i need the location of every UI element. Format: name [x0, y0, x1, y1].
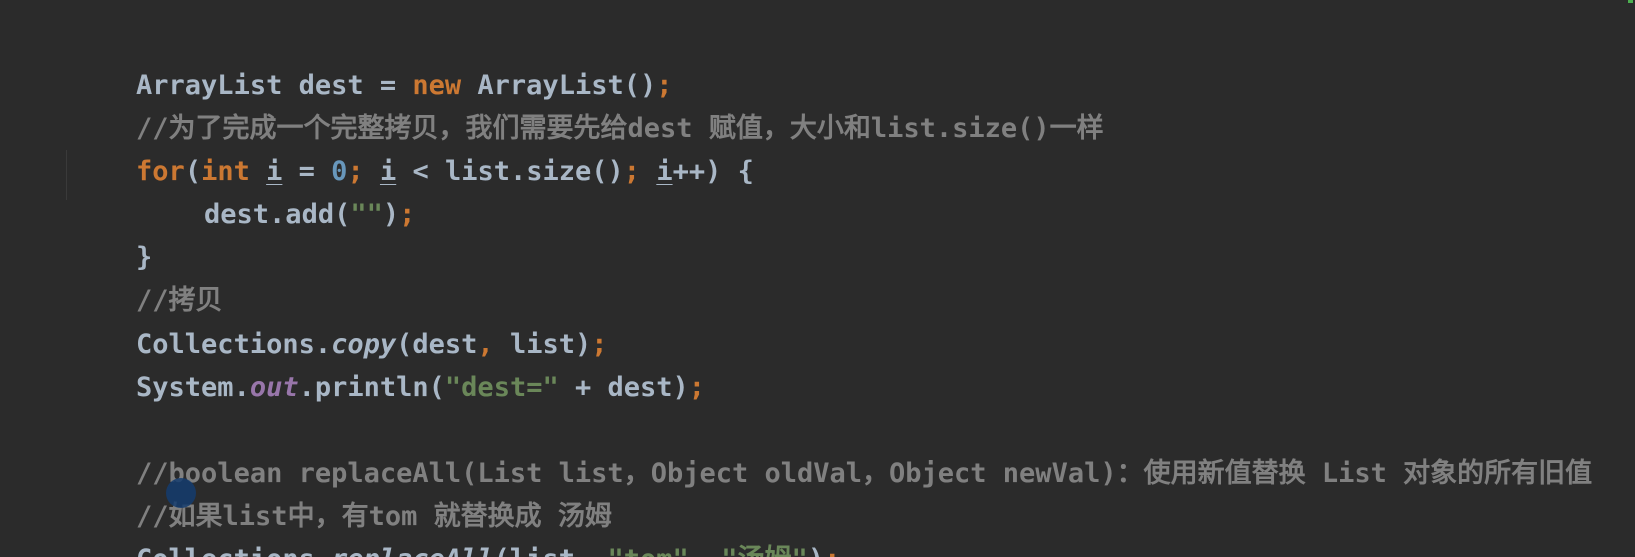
code-token: System.	[136, 372, 250, 403]
code-line-4[interactable]: dest.add("");	[139, 147, 415, 230]
code-line-3[interactable]: for(int i = 0; i < list.size(); i++) {	[71, 104, 754, 187]
semicolon-token: ;	[399, 199, 416, 230]
static-field-token: out	[249, 372, 299, 403]
code-line-1[interactable]: ArrayList dest = new ArrayList();	[71, 18, 672, 101]
code-token: (list	[494, 544, 575, 557]
string-token: ""	[350, 199, 383, 230]
method-token: replaceAll	[331, 544, 494, 557]
code-token: .println(	[298, 372, 445, 403]
code-token: + dest)	[558, 372, 689, 403]
mouse-cursor-highlight	[166, 478, 196, 508]
code-token: Collections.	[136, 544, 331, 557]
code-editor[interactable]: ArrayList dest = new ArrayList(); //为了完成…	[0, 0, 1635, 557]
code-line-10-comment[interactable]: //boolean replaceAll(List list，Object ol…	[71, 406, 1592, 489]
code-token: ++) {	[672, 156, 754, 187]
code-line-5[interactable]: }	[71, 190, 152, 273]
semicolon-token: ;	[824, 544, 840, 557]
string-token: "汤姆"	[721, 544, 808, 557]
comma-token: ,	[689, 544, 705, 557]
code-line-8[interactable]: System.out.println("dest=" + dest);	[71, 320, 705, 403]
code-token: )	[382, 199, 400, 230]
code-line-2-comment[interactable]: //为了完成一个完整拷贝，我们需要先给dest 赋值，大小和list.size(…	[71, 61, 1104, 144]
string-token: "dest="	[444, 372, 559, 403]
code-token: < list.size()	[396, 156, 624, 187]
semicolon-token: ;	[688, 372, 706, 403]
indent-guide	[66, 150, 67, 200]
string-token: "tom"	[607, 544, 688, 557]
code-token: )	[808, 544, 824, 557]
variable-token: i	[656, 156, 673, 187]
semicolon-token: ;	[623, 156, 657, 187]
comma-token: ,	[575, 544, 591, 557]
code-line-11-comment[interactable]: //如果list中，有tom 就替换成 汤姆	[71, 449, 612, 532]
inspection-status-mark	[1628, 0, 1633, 3]
code-token: dest.add(	[204, 199, 351, 230]
code-line-7[interactable]: Collections.copy(dest, list);	[71, 277, 607, 360]
code-line-6-comment[interactable]: //拷贝	[71, 233, 223, 316]
